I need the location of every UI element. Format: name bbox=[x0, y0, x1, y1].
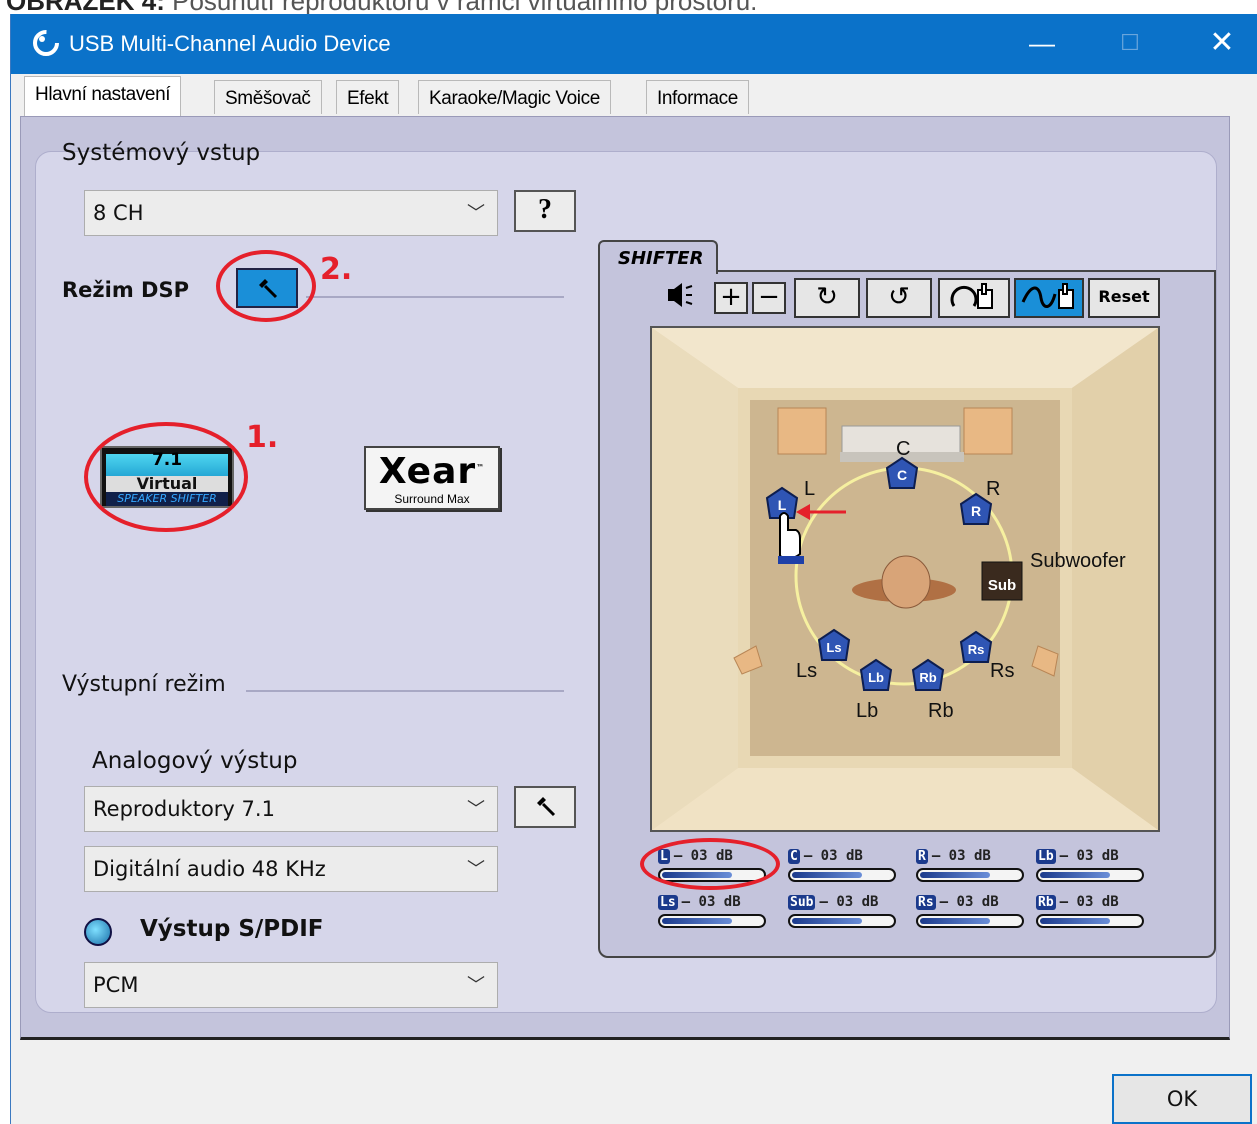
digital-audio-value: Digitální audio 48 KHz bbox=[93, 857, 326, 881]
level-readout-sub: Sub – 03 dB bbox=[788, 894, 879, 910]
annotation-ellipse-dsp bbox=[216, 250, 316, 322]
tab-info[interactable]: Informace bbox=[646, 80, 749, 114]
speakers-value: Reproduktory 7.1 bbox=[93, 797, 275, 821]
svg-text:L: L bbox=[778, 497, 787, 513]
speaker-markers[interactable]: C L R Sub Ls Rs Lb Rb bbox=[650, 326, 1160, 832]
xear-logo-tm: ™ bbox=[476, 463, 486, 472]
tab-effect[interactable]: Efekt bbox=[336, 80, 400, 114]
level-readout-lb: Lb – 03 dB bbox=[1036, 848, 1119, 864]
speaker-label-lb: Lb bbox=[856, 700, 879, 722]
rotate-ccw-icon[interactable]: ↺ bbox=[866, 278, 932, 318]
spdif-output-label: Výstup S/PDIF bbox=[140, 916, 324, 942]
speaker-left-back: Lb bbox=[859, 658, 893, 691]
chevron-down-icon: ﹀ bbox=[467, 203, 485, 224]
rotate-hand-icon[interactable] bbox=[938, 278, 1010, 318]
speaker-label-ls: Ls bbox=[796, 660, 818, 682]
spdif-format-value: PCM bbox=[93, 973, 139, 997]
hand-cursor-icon bbox=[778, 512, 804, 564]
level-fill bbox=[920, 918, 990, 924]
analog-output-label: Analogový výstup bbox=[92, 748, 298, 774]
rotate-cw-icon[interactable]: ↻ bbox=[794, 278, 860, 318]
speaker-right-back: Rb bbox=[911, 658, 945, 691]
plus-icon[interactable]: + bbox=[714, 282, 748, 314]
annotation-ellipse-level bbox=[640, 838, 780, 890]
maximize-button[interactable]: ☐ bbox=[1107, 24, 1153, 64]
app-logo-icon bbox=[33, 30, 59, 56]
channels-select[interactable]: 8 CH ﹀ bbox=[84, 190, 498, 236]
svg-text:Rs: Rs bbox=[968, 642, 985, 657]
level-slider-c[interactable] bbox=[788, 868, 896, 882]
speaker-label-r: R bbox=[986, 478, 1001, 500]
ok-button[interactable]: OK bbox=[1112, 1074, 1252, 1124]
channels-value: 8 CH bbox=[93, 201, 144, 225]
xear-logo-text: Xear bbox=[378, 451, 477, 492]
svg-text:R: R bbox=[971, 503, 981, 519]
level-fill bbox=[1040, 918, 1110, 924]
speaker-label-rs: Rs bbox=[990, 660, 1015, 682]
xear-surround-logo[interactable]: Xear™ Surround Max bbox=[364, 446, 500, 510]
reset-button[interactable]: Reset bbox=[1088, 278, 1160, 318]
level-readout-rb: Rb – 03 dB bbox=[1036, 894, 1119, 910]
tab-main-settings[interactable]: Hlavní nastavení bbox=[24, 76, 182, 116]
close-button[interactable]: ✕ bbox=[1199, 24, 1245, 64]
chevron-down-icon: ﹀ bbox=[467, 975, 485, 996]
speakers-select[interactable]: Reproduktory 7.1 ﹀ bbox=[84, 786, 498, 832]
hammer-icon bbox=[537, 797, 556, 817]
annotation-number-1: 1. bbox=[246, 420, 279, 455]
speaker-label-c: C bbox=[896, 438, 911, 460]
help-button[interactable]: ? bbox=[514, 190, 576, 232]
level-readout-ls: Ls – 03 dB bbox=[658, 894, 741, 910]
svg-text:Ls: Ls bbox=[826, 640, 841, 655]
shifter-tab[interactable]: SHIFTER bbox=[598, 240, 718, 274]
digital-audio-select[interactable]: Digitální audio 48 KHz ﹀ bbox=[84, 846, 498, 892]
chevron-down-icon: ﹀ bbox=[467, 859, 485, 880]
level-readout-rs: Rs – 03 dB bbox=[916, 894, 999, 910]
spdif-toggle-icon[interactable] bbox=[84, 918, 112, 946]
level-slider-sub[interactable] bbox=[788, 914, 896, 928]
annotation-number-2: 2. bbox=[320, 252, 353, 287]
annotation-ellipse-virtual bbox=[84, 422, 248, 532]
wave-hand-icon[interactable] bbox=[1014, 278, 1084, 318]
level-fill bbox=[792, 918, 862, 924]
tab-mixer[interactable]: Směšovač bbox=[214, 80, 322, 114]
system-input-title: Systémový vstup bbox=[62, 140, 261, 166]
level-readout-r: R – 03 dB bbox=[916, 848, 991, 864]
level-fill bbox=[1040, 872, 1110, 878]
speaker-label-subwoofer: Subwoofer bbox=[1030, 550, 1126, 572]
window-title: USB Multi-Channel Audio Device bbox=[69, 31, 391, 56]
svg-text:Lb: Lb bbox=[868, 670, 884, 685]
speaker-left-surround: Ls bbox=[817, 628, 851, 661]
chevron-down-icon: ﹀ bbox=[467, 799, 485, 820]
title-bar[interactable]: USB Multi-Channel Audio Device — ☐ ✕ bbox=[11, 14, 1257, 74]
level-slider-r[interactable] bbox=[916, 868, 1024, 882]
level-slider-lb[interactable] bbox=[1036, 868, 1144, 882]
speaker-label-rb: Rb bbox=[928, 700, 954, 722]
output-mode-title: Výstupní režim bbox=[62, 672, 226, 697]
level-fill bbox=[920, 872, 990, 878]
minimize-button[interactable]: — bbox=[1019, 24, 1065, 64]
speaker-label-l: L bbox=[804, 478, 816, 500]
svg-text:Sub: Sub bbox=[988, 577, 1016, 594]
level-slider-rs[interactable] bbox=[916, 914, 1024, 928]
svg-text:C: C bbox=[897, 467, 907, 483]
dsp-separator bbox=[306, 296, 564, 298]
level-fill bbox=[662, 918, 732, 924]
spdif-format-select[interactable]: PCM ﹀ bbox=[84, 962, 498, 1008]
speaker-subwoofer: Sub bbox=[981, 561, 1023, 601]
svg-text:Rb: Rb bbox=[919, 670, 936, 685]
speaker-mute-icon[interactable] bbox=[660, 278, 704, 318]
level-readout-c: C – 03 dB bbox=[788, 848, 863, 864]
tab-karaoke[interactable]: Karaoke/Magic Voice bbox=[418, 80, 611, 114]
level-slider-rb[interactable] bbox=[1036, 914, 1144, 928]
speaker-center: C bbox=[885, 456, 919, 489]
output-separator bbox=[246, 690, 564, 692]
minus-icon[interactable]: − bbox=[752, 282, 786, 314]
dsp-mode-label: Režim DSP bbox=[62, 278, 189, 302]
level-slider-ls[interactable] bbox=[658, 914, 766, 928]
red-arrow-icon bbox=[796, 504, 846, 520]
level-fill bbox=[792, 872, 862, 878]
speaker-right-surround: Rs bbox=[959, 630, 993, 663]
analog-settings-button[interactable] bbox=[514, 786, 576, 828]
xear-logo-subtitle: Surround Max bbox=[394, 492, 470, 506]
